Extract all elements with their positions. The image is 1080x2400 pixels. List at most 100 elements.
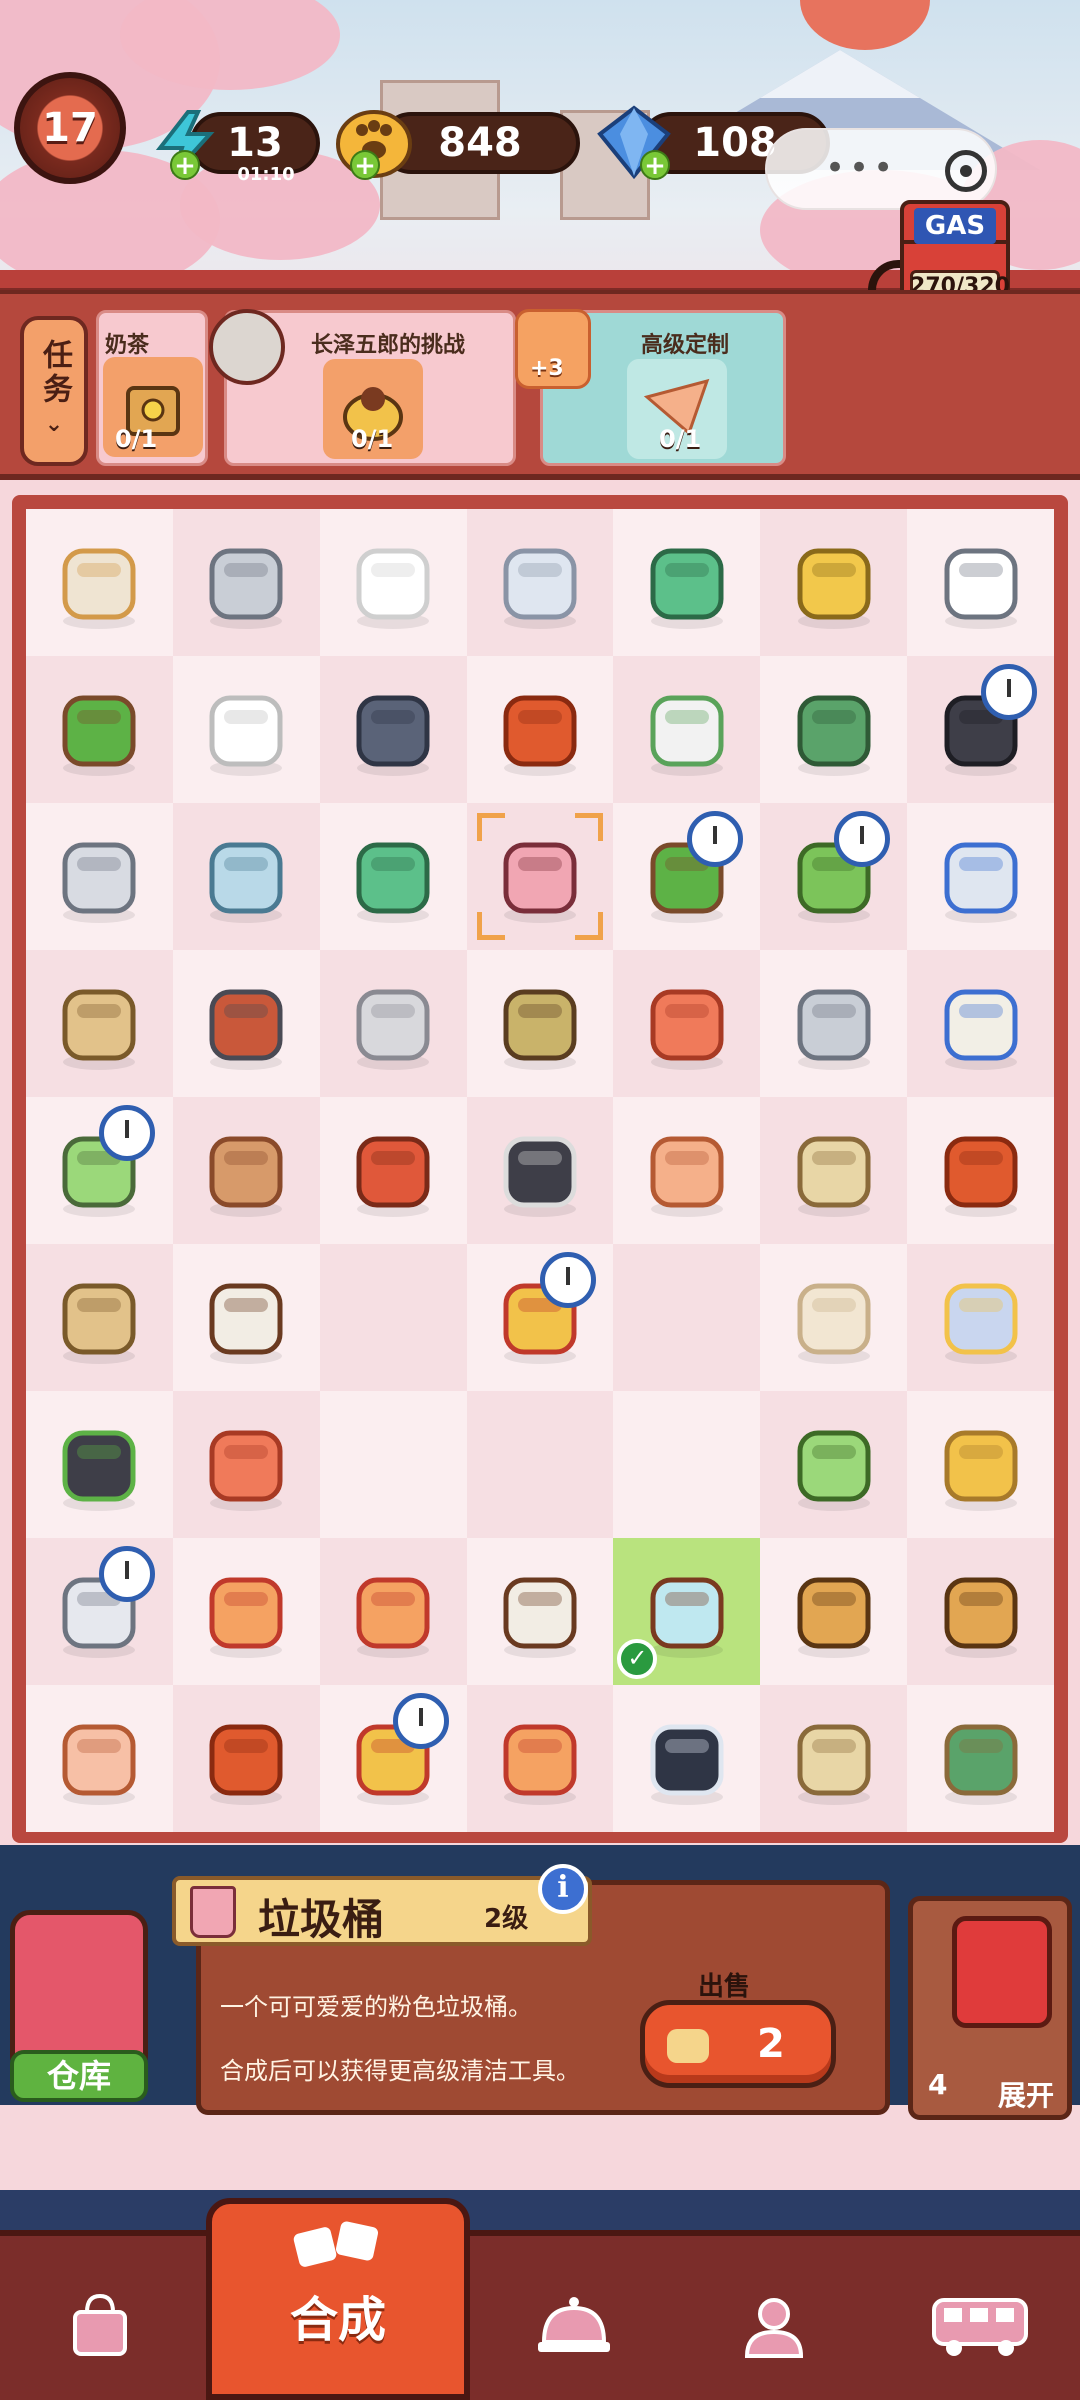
chef-hat-icon[interactable] <box>192 676 300 784</box>
board-cell[interactable] <box>320 1685 467 1832</box>
order-card-custom[interactable]: +3 高级定制 0/1 <box>515 309 786 466</box>
board-cell[interactable] <box>26 1685 173 1832</box>
seed-pile-icon[interactable] <box>780 1705 888 1813</box>
board-cell[interactable] <box>907 1244 1054 1391</box>
meatball-icon[interactable] <box>192 1117 300 1225</box>
board-cell[interactable] <box>467 1244 614 1391</box>
board-cell[interactable] <box>466 1097 614 1244</box>
board-cell[interactable] <box>172 1391 320 1538</box>
board-cell[interactable] <box>760 1244 907 1391</box>
close-target-icon[interactable] <box>945 150 987 192</box>
skewer-cards-icon[interactable] <box>339 1558 447 1666</box>
hay-mat-icon[interactable] <box>486 970 594 1078</box>
board-cell[interactable] <box>466 509 614 656</box>
board-cell[interactable] <box>319 656 467 803</box>
board-cell[interactable] <box>319 1244 467 1391</box>
board-cell[interactable]: ✓ <box>613 1538 761 1685</box>
info-icon[interactable]: i <box>538 1864 588 1914</box>
film-rolls-icon[interactable] <box>927 663 1037 784</box>
tape-measure-icon[interactable] <box>633 529 741 637</box>
bonsai-tree-icon[interactable] <box>45 676 153 784</box>
more-options-icon[interactable]: ••• <box>825 148 897 188</box>
level-badge[interactable]: 17 <box>14 72 126 184</box>
chef-hat-flower-icon[interactable] <box>927 529 1035 637</box>
board-cell[interactable] <box>907 950 1054 1097</box>
board-cell[interactable] <box>172 509 320 656</box>
board-cell[interactable] <box>613 1391 760 1538</box>
board-cell[interactable] <box>613 803 760 950</box>
board-cell[interactable] <box>320 509 467 656</box>
board-cell[interactable] <box>466 1685 614 1832</box>
board-cell[interactable] <box>173 1538 320 1685</box>
kunai-icon[interactable] <box>780 970 888 1078</box>
dough-ball-icon[interactable] <box>780 1264 888 1372</box>
ink-bottle-icon[interactable] <box>633 1705 741 1813</box>
bonsai-tree-icon[interactable] <box>633 810 743 931</box>
sugar-cubes-icon[interactable] <box>339 529 447 637</box>
sugarcane-sprout-icon[interactable] <box>45 1411 153 1519</box>
nav-tab-profile[interactable] <box>704 2250 844 2400</box>
board-cell[interactable] <box>466 803 614 950</box>
coffee-sack-icon[interactable] <box>192 1264 300 1372</box>
tall-chef-hat-icon[interactable] <box>339 676 447 784</box>
nav-tab-shop[interactable] <box>30 2250 170 2400</box>
mini-fridge-icon[interactable] <box>45 823 153 931</box>
board-cell[interactable] <box>26 1244 173 1391</box>
board-cell[interactable] <box>26 1097 173 1244</box>
order-card-milk-tea[interactable]: 奶茶 0/1 <box>96 310 208 466</box>
board-cell[interactable] <box>907 1538 1054 1685</box>
board-cell[interactable] <box>760 1097 908 1244</box>
board-cell[interactable] <box>26 656 173 803</box>
seed-pile-icon[interactable] <box>780 1117 888 1225</box>
board-cell[interactable] <box>613 656 761 803</box>
origami-paper-icon[interactable] <box>633 1117 741 1225</box>
cooking-pot-icon[interactable] <box>45 1104 156 1225</box>
coffee-sack-icon[interactable] <box>486 1558 594 1666</box>
board-cell[interactable] <box>760 1685 908 1832</box>
cabbage-icon[interactable] <box>780 1411 888 1519</box>
board-cell[interactable] <box>907 1685 1054 1832</box>
board-cell[interactable] <box>26 1391 173 1538</box>
board-cell[interactable] <box>467 950 614 1097</box>
pink-trash-can-icon[interactable] <box>486 823 594 931</box>
board-cell[interactable] <box>172 803 320 950</box>
board-cell[interactable] <box>907 1097 1054 1244</box>
board-cell[interactable] <box>613 1097 760 1244</box>
board-cell[interactable] <box>760 656 907 803</box>
chili-jar-icon[interactable] <box>486 676 594 784</box>
board-cell[interactable] <box>173 950 320 1097</box>
add-energy-button[interactable]: + <box>170 150 200 180</box>
spice-rack-icon[interactable] <box>45 970 153 1078</box>
board-cell[interactable] <box>26 1538 173 1685</box>
task-tab[interactable]: 任务 ⌄ <box>20 316 88 466</box>
flower-card-icon[interactable] <box>927 1264 1035 1372</box>
board-cell[interactable] <box>172 1097 320 1244</box>
add-gems-button[interactable]: + <box>640 150 670 180</box>
board-cell[interactable] <box>26 803 173 950</box>
expand-button[interactable]: 展开 <box>998 2074 1054 2114</box>
board-cell[interactable] <box>173 1244 320 1391</box>
paper-bag-large-icon[interactable] <box>927 1558 1035 1666</box>
storage-button[interactable]: 仓库 <box>10 2050 148 2102</box>
scissors-icon[interactable] <box>339 823 447 931</box>
board-cell[interactable] <box>907 656 1054 803</box>
ticket-box-icon[interactable] <box>486 1251 596 1372</box>
bowl-icon[interactable] <box>45 529 153 637</box>
ticket-stack-icon[interactable] <box>339 1692 450 1813</box>
board-cell[interactable] <box>319 950 467 1097</box>
skewer-cards-icon[interactable] <box>486 1705 594 1813</box>
board-cell[interactable] <box>760 950 907 1097</box>
board-cell[interactable] <box>26 950 173 1097</box>
delivery-scooter-icon[interactable] <box>780 810 890 931</box>
notebook-icon[interactable] <box>927 823 1035 931</box>
hand-truck-box-icon[interactable] <box>927 1705 1035 1813</box>
star-cookie-icon[interactable] <box>192 1411 300 1519</box>
board-cell[interactable] <box>907 509 1054 656</box>
gear-puzzle-icon[interactable] <box>339 970 447 1078</box>
board-cell[interactable] <box>613 1244 761 1391</box>
board-cell[interactable] <box>467 656 614 803</box>
noodle-bowl-icon[interactable] <box>927 970 1035 1078</box>
board-cell[interactable] <box>613 950 761 1097</box>
board-cell[interactable] <box>320 1391 467 1538</box>
hand-truck-icon[interactable] <box>780 676 888 784</box>
